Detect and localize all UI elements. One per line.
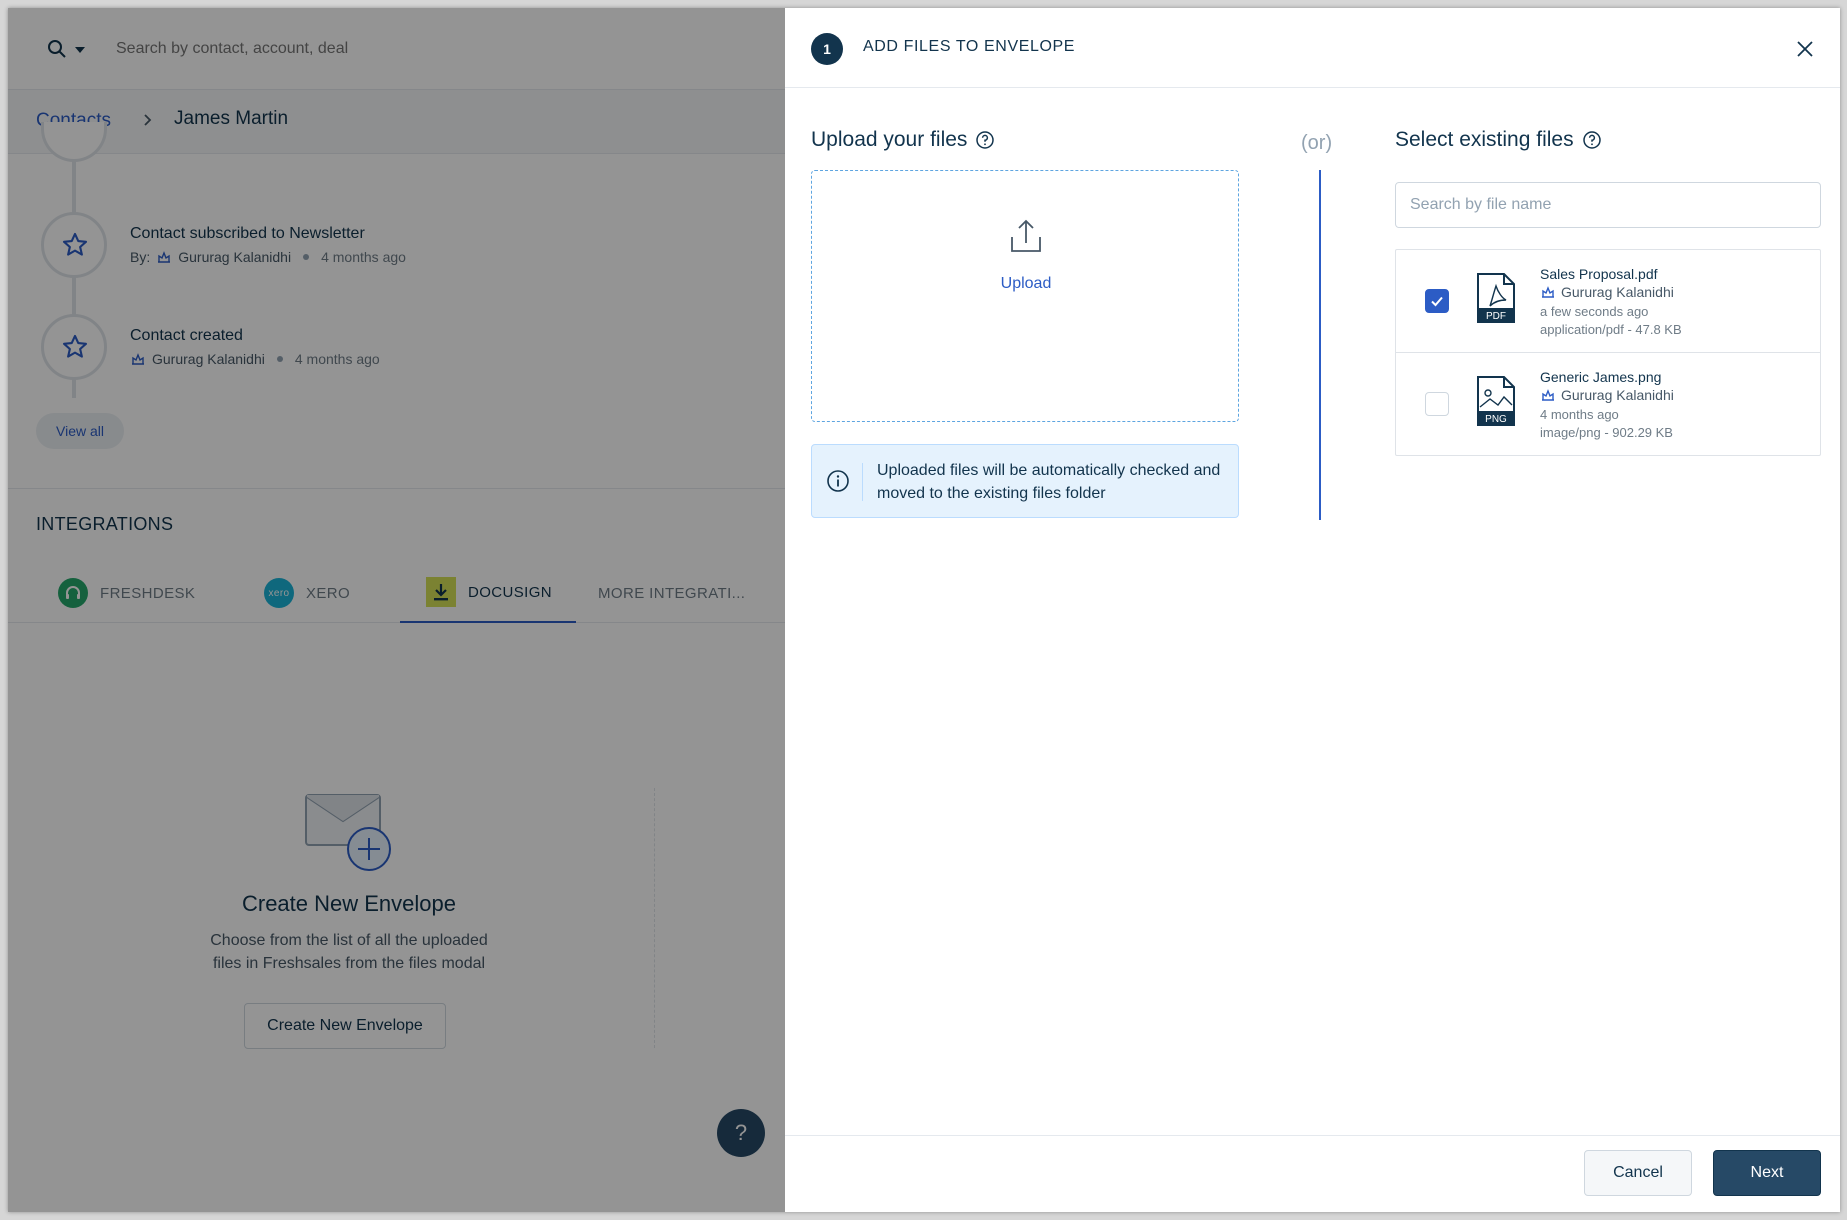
existing-files-heading: Select existing files <box>1395 128 1602 152</box>
modal-backdrop[interactable] <box>8 8 785 1212</box>
help-circle-icon[interactable] <box>1582 130 1602 150</box>
file-type-badge: PNG <box>1485 414 1507 425</box>
upload-heading-text: Upload your files <box>811 128 968 151</box>
step-badge: 1 <box>811 33 843 65</box>
or-label: (or) <box>1301 132 1333 154</box>
file-owner-name: Gururag Kalanidhi <box>1561 284 1674 300</box>
user-crown-icon <box>1542 286 1554 298</box>
file-meta: image/png - 902.29 KB <box>1540 425 1673 440</box>
check-icon <box>1431 296 1443 307</box>
upload-icon <box>1011 219 1041 252</box>
add-files-modal: 1 ADD FILES TO ENVELOPE Upload your file… <box>785 8 1840 1212</box>
info-banner: Uploaded files will be automatically che… <box>811 444 1239 518</box>
file-owner: Gururag Kalanidhi <box>1540 284 1674 300</box>
info-text: Uploaded files will be automatically che… <box>877 462 1221 502</box>
user-crown-icon <box>1542 389 1554 401</box>
file-owner-name: Gururag Kalanidhi <box>1561 387 1674 403</box>
next-button[interactable]: Next <box>1713 1150 1821 1196</box>
file-row[interactable]: PDF Sales Proposal.pdf Gururag Kalanidhi… <box>1396 250 1820 353</box>
file-time: a few seconds ago <box>1540 304 1649 319</box>
file-type-badge: PDF <box>1486 311 1506 322</box>
image-file-icon: PNG <box>1477 376 1515 426</box>
file-checkbox[interactable] <box>1425 392 1449 416</box>
existing-heading-text: Select existing files <box>1395 128 1574 151</box>
close-button[interactable] <box>1795 40 1815 60</box>
help-circle-icon[interactable] <box>975 130 995 150</box>
or-divider-line <box>1319 170 1321 520</box>
modal-title: ADD FILES TO ENVELOPE <box>863 38 1076 55</box>
existing-file-list: PDF Sales Proposal.pdf Gururag Kalanidhi… <box>1395 249 1821 456</box>
contact-page: Contacts James Martin Contact subscribed… <box>8 8 785 1212</box>
file-search-input[interactable] <box>1395 182 1821 228</box>
file-name: Sales Proposal.pdf <box>1540 266 1658 282</box>
upload-dropzone[interactable]: Upload <box>811 170 1239 422</box>
modal-footer: Cancel Next <box>785 1135 1840 1212</box>
pdf-file-icon: PDF <box>1477 273 1515 323</box>
file-meta: application/pdf - 47.8 KB <box>1540 322 1682 337</box>
cancel-button[interactable]: Cancel <box>1584 1150 1692 1196</box>
modal-header: 1 ADD FILES TO ENVELOPE <box>785 8 1840 88</box>
close-icon <box>1797 41 1813 57</box>
file-checkbox[interactable] <box>1425 289 1449 313</box>
upload-heading: Upload your files <box>811 128 995 152</box>
upload-link[interactable]: Upload <box>812 275 1240 293</box>
file-name: Generic James.png <box>1540 369 1662 385</box>
app-window: Contacts James Martin Contact subscribed… <box>8 8 1840 1212</box>
file-row[interactable]: PNG Generic James.png Gururag Kalanidhi … <box>1396 353 1820 455</box>
info-separator <box>862 463 863 501</box>
file-time: 4 months ago <box>1540 407 1619 422</box>
file-owner: Gururag Kalanidhi <box>1540 387 1674 403</box>
info-icon <box>827 470 849 492</box>
